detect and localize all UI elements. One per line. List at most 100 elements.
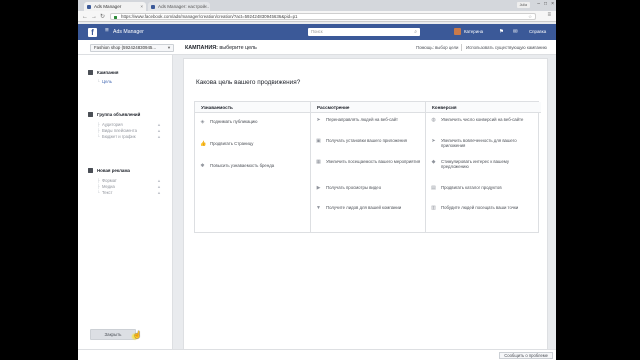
warning-icon: ▲ bbox=[157, 134, 161, 139]
warning-icon: ▲ bbox=[157, 122, 161, 127]
column-header: Рассмотрение bbox=[311, 102, 426, 113]
warning-icon: ▲ bbox=[157, 184, 161, 189]
video-icon: ▶ bbox=[316, 185, 321, 191]
reload-icon[interactable]: ↻ bbox=[100, 13, 105, 21]
campaign-prefix: КАМПАНИЯ: bbox=[185, 44, 218, 51]
hand-cursor-icon: ☝ bbox=[133, 332, 142, 339]
campaign-icon bbox=[88, 70, 93, 75]
option-label: Увеличить посещаемость вашего мероприяти… bbox=[326, 159, 421, 164]
sidebar-item-placements[interactable]: ├ Виды плейсмента bbox=[97, 128, 137, 133]
grid-icon bbox=[88, 112, 93, 117]
lock-icon bbox=[114, 15, 117, 19]
help-link[interactable]: Справка bbox=[529, 29, 546, 34]
ad-icon bbox=[88, 168, 93, 173]
sidebar-item-budget[interactable]: └ Бюджет и график bbox=[97, 134, 136, 139]
option-label: Увеличить вовлеченность для вашего прило… bbox=[441, 138, 517, 149]
tab-ads-manager-settings[interactable]: Ads Manager: настрой... × bbox=[148, 2, 210, 11]
facebook-logo-icon[interactable]: f bbox=[88, 27, 97, 37]
ad-account-value: Fashion shop (592424830945... bbox=[94, 44, 157, 50]
minimize-icon[interactable]: – bbox=[537, 1, 540, 7]
window-close-icon[interactable]: × bbox=[551, 1, 554, 7]
option-label: Увеличить число конверсий на веб-сайте bbox=[441, 117, 524, 122]
option-label: Продвигать Страницу bbox=[210, 141, 254, 146]
ad-account-select[interactable]: Fashion shop (592424830945... ▼ bbox=[90, 43, 174, 52]
sidebar-item-label: Формат bbox=[101, 178, 117, 183]
close-button[interactable]: Закрыть bbox=[90, 329, 136, 340]
close-tab-icon[interactable]: × bbox=[204, 2, 207, 11]
cursor-icon: ➤ bbox=[316, 117, 321, 123]
sidebar-item-label: Аудитория bbox=[101, 122, 123, 127]
tree-branch-icon: ├ bbox=[97, 122, 100, 127]
close-tab-icon[interactable]: × bbox=[140, 2, 143, 11]
tab-ads-manager[interactable]: Ads Manager × bbox=[84, 2, 146, 11]
messages-icon[interactable]: ✉ bbox=[513, 29, 518, 35]
hamburger-menu-icon[interactable]: ≡ bbox=[105, 27, 109, 34]
sidebar-item-objective[interactable]: └ Цель bbox=[97, 79, 112, 84]
chevron-down-icon: ▼ bbox=[167, 44, 171, 50]
browser-profile-chip[interactable]: Julia bbox=[516, 2, 530, 8]
maximize-icon[interactable]: □ bbox=[544, 1, 547, 7]
report-problem-button[interactable]: Сообщить о проблеме bbox=[499, 351, 553, 359]
ads-manager-title[interactable]: Ads Manager bbox=[113, 29, 144, 35]
option-label: Получать просмотры видео bbox=[326, 185, 382, 190]
avatar[interactable] bbox=[454, 28, 461, 35]
sidebar-item-media[interactable]: ├ Медиа bbox=[97, 184, 115, 189]
section-title[interactable]: Новая реклама bbox=[97, 168, 130, 173]
warning-icon: ▲ bbox=[157, 128, 161, 133]
account-name[interactable]: Катерина bbox=[464, 29, 483, 34]
option-label: Стимулировать интерес к вашему предложен… bbox=[441, 159, 510, 170]
sidebar-item-format[interactable]: ├ Формат bbox=[97, 178, 117, 183]
sidebar-item-text[interactable]: └ Текст bbox=[97, 190, 113, 195]
sidebar-item-label: Виды плейсмента bbox=[101, 128, 137, 133]
option-label: Поднимать публикацию bbox=[210, 119, 258, 124]
tree-branch-icon: ├ bbox=[97, 184, 100, 189]
page-title: КАМПАНИЯ: выберите цель bbox=[185, 45, 257, 51]
section-title[interactable]: Кампания bbox=[97, 70, 118, 75]
megaphone-icon: ◈ bbox=[200, 119, 205, 125]
column-awareness: Узнаваемость ◈ Поднимать публикацию 👍 Пр… bbox=[195, 102, 310, 232]
bookmark-star-icon[interactable]: ☆ bbox=[528, 14, 532, 19]
url-field[interactable]: https://www.facebook.com/ads/manager/cre… bbox=[110, 13, 536, 20]
objective-help-link[interactable]: Помощь: выбор цели bbox=[416, 45, 458, 50]
browser-tab-bar: Ads Manager × Ads Manager: настрой... × … bbox=[78, 0, 556, 11]
sub-header: Fashion shop (592424830945... ▼ КАМПАНИЯ… bbox=[78, 40, 556, 55]
column-consideration: Рассмотрение ➤ Перенаправлять людей на в… bbox=[310, 102, 426, 232]
sidebar-item-audience[interactable]: ├ Аудитория bbox=[97, 122, 123, 127]
tree-branch-icon: ├ bbox=[97, 128, 100, 133]
option-label: Перенаправлять людей на веб-сайт bbox=[326, 117, 399, 122]
search-placeholder: Поиск bbox=[311, 29, 323, 34]
tree-branch-icon: ├ bbox=[97, 178, 100, 183]
browser-menu-icon[interactable]: ≡ bbox=[547, 12, 551, 18]
tab-label: Ads Manager bbox=[94, 4, 122, 9]
globe-icon: ◍ bbox=[431, 117, 436, 123]
notifications-icon[interactable]: ⚑ bbox=[499, 29, 504, 35]
cart-icon: ▤ bbox=[431, 185, 436, 191]
tag-icon: ◆ bbox=[431, 159, 436, 165]
facebook-top-bar: f ≡ Ads Manager Поиск ⌕ Катерина ⚑ ✉ Спр… bbox=[78, 24, 556, 40]
warning-icon: ▲ bbox=[157, 178, 161, 183]
tree-branch-icon: └ bbox=[97, 190, 100, 195]
url-text: https://www.facebook.com/ads/manager/cre… bbox=[121, 14, 298, 19]
thumbs-up-icon: 👍 bbox=[200, 141, 207, 147]
search-input[interactable]: Поиск ⌕ bbox=[308, 28, 420, 36]
calendar-icon: ▦ bbox=[316, 159, 321, 165]
box-icon: ▣ bbox=[316, 138, 321, 144]
screen: Ads Manager × Ads Manager: настрой... × … bbox=[78, 0, 556, 360]
objective-question: Какова цель вашего продвижения? bbox=[196, 79, 301, 86]
option-label: Повысить узнаваемость бренда bbox=[210, 163, 275, 168]
option-label: Продвигать каталог продуктов bbox=[441, 185, 502, 190]
option-label: Получите лидов для вашей компании bbox=[326, 205, 402, 210]
forward-icon[interactable]: → bbox=[91, 13, 97, 21]
use-existing-campaign-link[interactable]: Использовать существующую кампанию bbox=[466, 45, 547, 50]
back-icon[interactable]: ← bbox=[82, 13, 88, 21]
page-footer: Сообщить о проблеме bbox=[78, 349, 556, 360]
sidebar-item-label: Текст bbox=[101, 190, 113, 195]
option-label: Побудите людей посещать ваши точки bbox=[441, 205, 519, 210]
column-header: Узнаваемость bbox=[195, 102, 310, 113]
campaign-title-text: выберите цель bbox=[219, 44, 257, 51]
search-icon[interactable]: ⌕ bbox=[414, 28, 417, 36]
column-header: Конверсия bbox=[426, 102, 541, 113]
objective-columns: Узнаваемость ◈ Поднимать публикацию 👍 Пр… bbox=[194, 101, 541, 233]
option-label: Получать установки вашего приложения bbox=[326, 138, 407, 143]
section-title[interactable]: Группа объявлений bbox=[97, 112, 140, 117]
